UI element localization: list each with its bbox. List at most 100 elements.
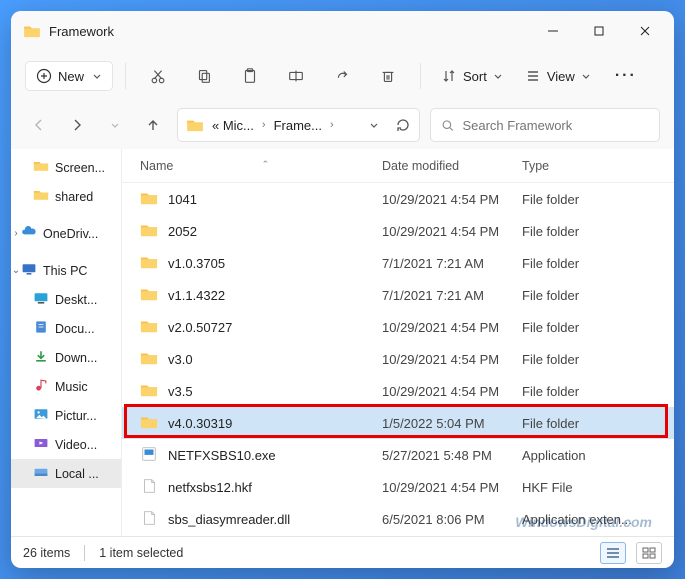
sidebar-label: Screen... bbox=[55, 161, 105, 175]
chevron-down-icon bbox=[581, 71, 591, 81]
delete-button[interactable] bbox=[368, 58, 408, 94]
file-name: 1041 bbox=[168, 192, 197, 207]
file-date: 7/1/2021 7:21 AM bbox=[382, 288, 522, 303]
table-row[interactable]: 205210/29/2021 4:54 PMFile folder bbox=[122, 215, 674, 247]
sidebar-item[interactable]: Deskt... bbox=[11, 285, 121, 314]
titlebar: Framework bbox=[11, 11, 674, 51]
table-row[interactable]: netfxsbs12.hkf10/29/2021 4:54 PMHKF File bbox=[122, 471, 674, 503]
file-type: File folder bbox=[522, 320, 674, 335]
copy-button[interactable] bbox=[184, 58, 224, 94]
sidebar-item[interactable]: shared bbox=[11, 182, 121, 211]
breadcrumb-sep: › bbox=[262, 119, 266, 131]
file-name: v1.0.3705 bbox=[168, 256, 225, 271]
file-name: v3.5 bbox=[168, 384, 193, 399]
folder-icon bbox=[186, 118, 204, 132]
address-bar[interactable]: « Mic... › Frame... › bbox=[177, 108, 420, 142]
table-row[interactable]: NETFXSBS10.exe5/27/2021 5:48 PMApplicati… bbox=[122, 439, 674, 471]
file-date: 10/29/2021 4:54 PM bbox=[382, 192, 522, 207]
table-row[interactable]: v2.0.50727 10/29/2021 4:54 PMFile folder bbox=[122, 311, 674, 343]
sidebar-item[interactable]: Music bbox=[11, 372, 121, 401]
sort-icon bbox=[441, 68, 457, 84]
table-row[interactable]: v4.0.303191/5/2022 5:04 PMFile folder bbox=[122, 407, 674, 439]
rename-button[interactable] bbox=[276, 58, 316, 94]
file-date: 10/29/2021 4:54 PM bbox=[382, 320, 522, 335]
close-button[interactable] bbox=[622, 15, 668, 47]
chevron-down-icon[interactable] bbox=[369, 120, 379, 130]
breadcrumb-segment[interactable]: « Mic... bbox=[212, 118, 254, 133]
table-row[interactable]: v1.0.37057/1/2021 7:21 AMFile folder bbox=[122, 247, 674, 279]
column-headers: Nameˆ Date modified Type bbox=[122, 149, 674, 183]
file-type: File folder bbox=[522, 288, 674, 303]
refresh-icon[interactable] bbox=[395, 117, 411, 133]
item-count: 26 items bbox=[23, 546, 70, 560]
file-name: v4.0.30319 bbox=[168, 416, 232, 431]
separator bbox=[420, 63, 421, 89]
file-name: v2.0.50727 bbox=[168, 320, 232, 335]
file-name: netfxsbs12.hkf bbox=[168, 480, 252, 495]
table-row[interactable]: v3.010/29/2021 4:54 PMFile folder bbox=[122, 343, 674, 375]
share-button[interactable] bbox=[322, 58, 362, 94]
folder-icon bbox=[140, 414, 158, 433]
search-box[interactable] bbox=[430, 108, 660, 142]
table-row[interactable]: sbs_diasymreader.dll6/5/2021 8:06 PMAppl… bbox=[122, 503, 674, 535]
sidebar-label: Music bbox=[55, 380, 88, 394]
file-list: Nameˆ Date modified Type 1041 10/29/2021 … bbox=[121, 149, 674, 536]
sidebar-item[interactable]: Screen... bbox=[11, 153, 121, 182]
col-date[interactable]: Date modified bbox=[382, 159, 522, 173]
sidebar-item[interactable]: Pictur... bbox=[11, 401, 121, 430]
col-type[interactable]: Type bbox=[522, 159, 674, 173]
separator bbox=[125, 63, 126, 89]
forward-button[interactable] bbox=[63, 111, 91, 139]
search-input[interactable] bbox=[462, 118, 649, 133]
details-view-toggle[interactable] bbox=[600, 542, 626, 564]
folder-icon bbox=[140, 254, 158, 273]
chevron-down-icon bbox=[493, 71, 503, 81]
sidebar-label: Local ... bbox=[55, 467, 99, 481]
maximize-button[interactable] bbox=[576, 15, 622, 47]
table-row[interactable]: v1.1.43227/1/2021 7:21 AMFile folder bbox=[122, 279, 674, 311]
table-row[interactable]: 104110/29/2021 4:54 PMFile folder bbox=[122, 183, 674, 215]
more-button[interactable]: ··· bbox=[605, 61, 647, 91]
sidebar-item[interactable]: ›OneDriv... bbox=[11, 219, 121, 248]
back-button[interactable] bbox=[25, 111, 53, 139]
sidebar-label: shared bbox=[55, 190, 93, 204]
folder-icon bbox=[140, 350, 158, 369]
folder-icon bbox=[33, 158, 49, 177]
expand-caret[interactable]: › bbox=[11, 228, 21, 239]
expand-caret[interactable]: ⌄ bbox=[11, 265, 21, 276]
recent-button[interactable] bbox=[101, 111, 129, 139]
new-button[interactable]: New bbox=[25, 61, 113, 91]
file-icon bbox=[140, 478, 158, 497]
thumbnails-view-toggle[interactable] bbox=[636, 542, 662, 564]
selection-count: 1 item selected bbox=[99, 546, 183, 560]
folder-icon bbox=[23, 24, 41, 38]
file-name: 2052 bbox=[168, 224, 197, 239]
col-name[interactable]: Nameˆ bbox=[122, 159, 382, 173]
docs-icon bbox=[33, 319, 49, 338]
paste-button[interactable] bbox=[230, 58, 270, 94]
exe-icon bbox=[140, 446, 158, 465]
table-row[interactable]: v3.510/29/2021 4:54 PMFile folder bbox=[122, 375, 674, 407]
cut-button[interactable] bbox=[138, 58, 178, 94]
sort-button[interactable]: Sort bbox=[433, 62, 511, 90]
folder-icon bbox=[140, 190, 158, 209]
disk-icon bbox=[33, 464, 49, 483]
file-date: 6/5/2021 8:06 PM bbox=[382, 512, 522, 527]
status-bar: 26 items 1 item selected bbox=[11, 536, 674, 568]
sidebar-item[interactable]: Local ... bbox=[11, 459, 121, 488]
file-date: 10/29/2021 4:54 PM bbox=[382, 352, 522, 367]
sidebar-item[interactable]: Video... bbox=[11, 430, 121, 459]
sort-label: Sort bbox=[463, 69, 487, 84]
sidebar-item[interactable]: ⌄This PC bbox=[11, 256, 121, 285]
sidebar-item[interactable]: Down... bbox=[11, 343, 121, 372]
sidebar-item[interactable]: Docu... bbox=[11, 314, 121, 343]
view-button[interactable]: View bbox=[517, 62, 599, 90]
file-name: v3.0 bbox=[168, 352, 193, 367]
up-button[interactable] bbox=[139, 111, 167, 139]
breadcrumb-segment[interactable]: Frame... bbox=[274, 118, 322, 133]
minimize-button[interactable] bbox=[530, 15, 576, 47]
new-label: New bbox=[58, 69, 84, 84]
folder-icon bbox=[140, 222, 158, 241]
file-date: 10/29/2021 4:54 PM bbox=[382, 224, 522, 239]
folder-icon bbox=[140, 286, 158, 305]
